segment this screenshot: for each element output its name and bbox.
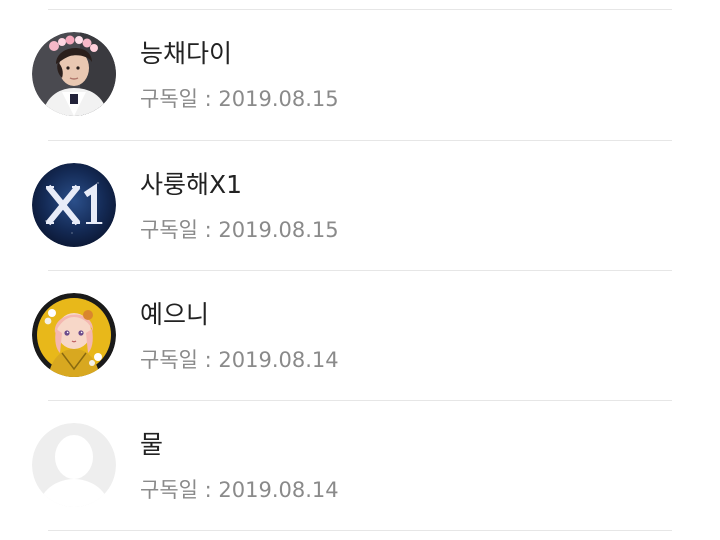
subscriber-name: 예으니	[140, 300, 210, 329]
subscribe-date: 구독일 : 2019.08.15	[140, 87, 339, 111]
avatar-image[interactable]	[32, 163, 116, 247]
avatar-image[interactable]	[32, 32, 116, 116]
subscriber-list: 능채다이 구독일 : 2019.08.15 사룽해X1 구독일: 2019.0…	[0, 0, 720, 540]
x1-logo-icon	[32, 163, 116, 247]
anime-girl-icon	[32, 293, 116, 377]
subscriber-row[interactable]: 사룽해X1 구독일 : 2019.08.15	[0, 141, 720, 271]
default-profile-icon	[32, 423, 116, 507]
divider	[48, 530, 672, 531]
subscribe-date: 구독일 : 2019.08.15	[140, 218, 339, 242]
subscriber-name: 물	[140, 430, 164, 459]
avatar-image[interactable]	[32, 423, 116, 507]
subscriber-name: 사룽해X1	[140, 170, 243, 199]
subscriber-row[interactable]: 예으니 구독일 : 2019.08.14	[0, 271, 720, 401]
subscribe-date: 구독일 : 2019.08.14	[140, 348, 339, 372]
subscriber-row[interactable]: 능채다이 구독일 : 2019.08.15	[0, 10, 720, 140]
avatar-image[interactable]	[32, 293, 116, 377]
person-photo-icon	[32, 32, 116, 116]
subscriber-row[interactable]: 물 구독일 : 2019.08.14	[0, 401, 720, 531]
subscriber-name: 능채다이	[140, 39, 233, 68]
subscribe-date: 구독일 : 2019.08.14	[140, 478, 339, 502]
